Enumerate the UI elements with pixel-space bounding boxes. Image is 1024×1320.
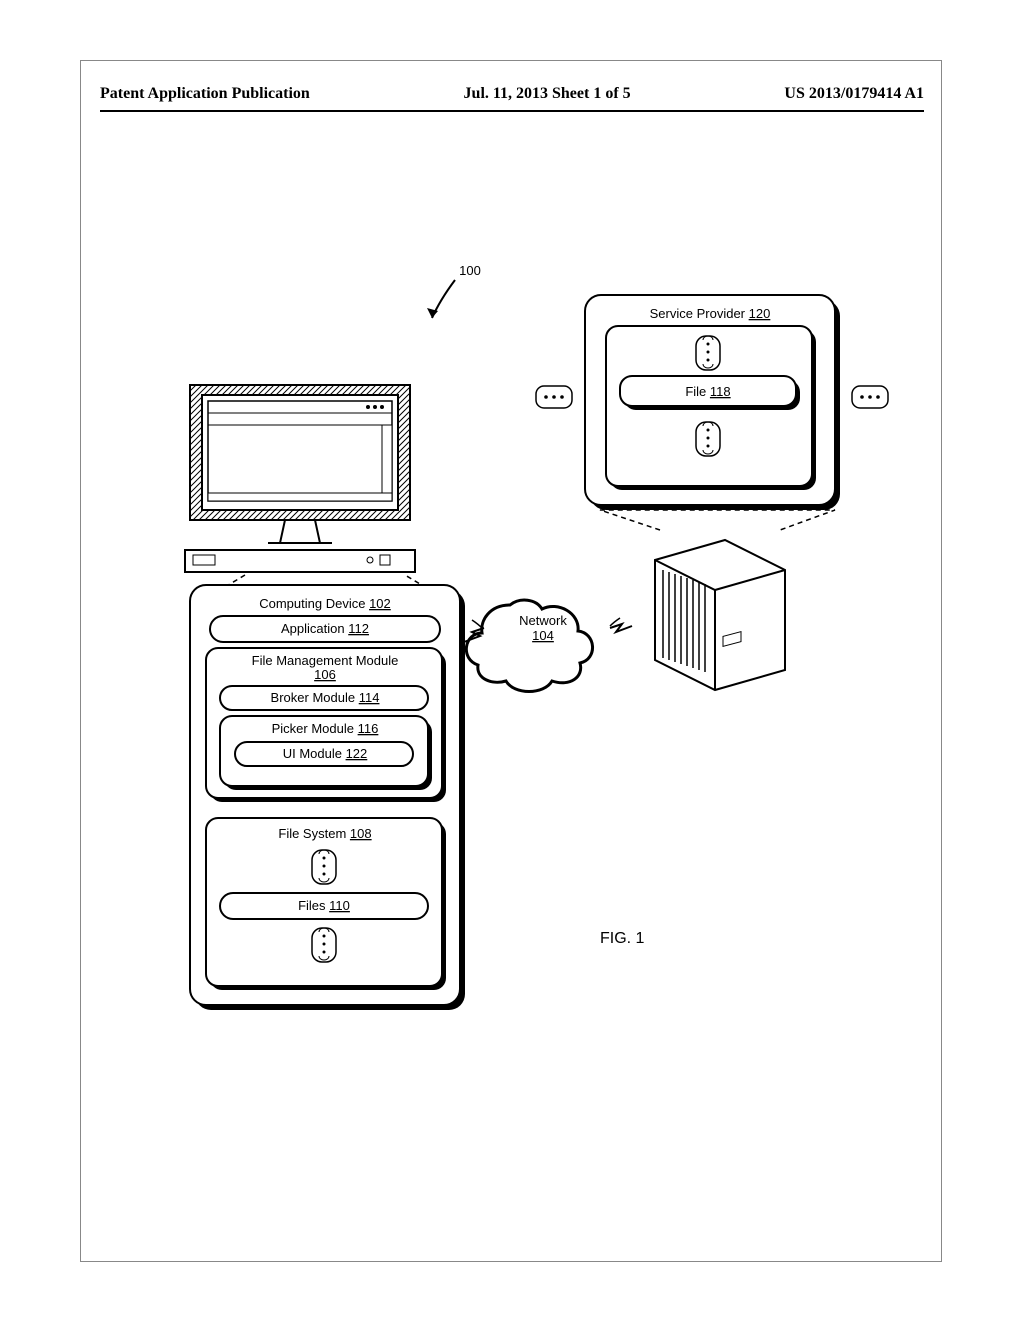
svg-text:File System 108: File System 108 — [278, 826, 371, 841]
svg-text:File Management Module: File Management Module — [252, 653, 399, 668]
ellipsis-right-icon — [852, 386, 888, 408]
svg-text:UI Module 122: UI Module 122 — [283, 746, 368, 761]
figure-caption: FIG. 1 — [600, 930, 644, 948]
computing-device-box: Computing Device 102 Application 112 Fil… — [190, 585, 465, 1010]
network-cloud: Network 104 — [466, 600, 592, 691]
svg-text:Network: Network — [519, 613, 567, 628]
svg-text:Computing Device 102: Computing Device 102 — [259, 596, 391, 611]
server-icon — [655, 540, 785, 690]
diagram-canvas: 100 Computing Device 102 Application 112… — [80, 130, 940, 1230]
service-provider-box: Service Provider 120 File 118 — [585, 295, 840, 510]
figure-ref: 100 — [427, 263, 481, 318]
svg-text:100: 100 — [459, 263, 481, 278]
desktop-icon — [185, 385, 415, 572]
svg-text:106: 106 — [314, 667, 336, 682]
svg-text:Broker Module 114: Broker Module 114 — [271, 690, 380, 705]
header-bar: Patent Application Publication Jul. 11, … — [100, 85, 924, 103]
lightning-right-icon — [610, 618, 632, 632]
svg-text:Files 110: Files 110 — [298, 898, 350, 913]
svg-text:Application 112: Application 112 — [281, 621, 369, 636]
svg-text:File 118: File 118 — [685, 384, 730, 399]
ellipsis-left-icon — [536, 386, 572, 408]
header-center: Jul. 11, 2013 Sheet 1 of 5 — [464, 85, 631, 103]
header-left: Patent Application Publication — [100, 85, 310, 103]
svg-text:Service Provider 120: Service Provider 120 — [650, 306, 771, 321]
svg-text:Picker Module 116: Picker Module 116 — [272, 721, 379, 736]
svg-text:104: 104 — [532, 628, 554, 643]
header-rule — [100, 110, 924, 112]
header-right: US 2013/0179414 A1 — [784, 85, 924, 103]
